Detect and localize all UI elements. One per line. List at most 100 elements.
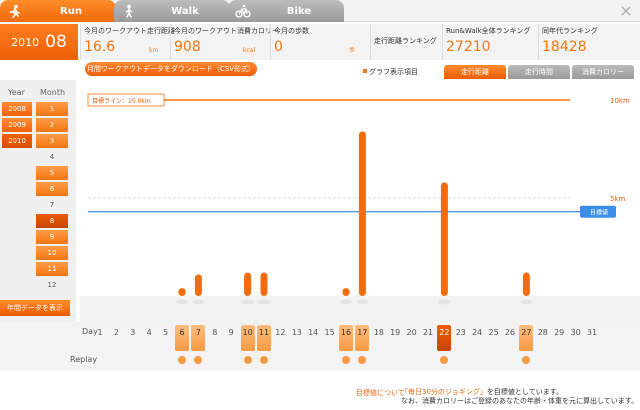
replay-row-label: Replay xyxy=(70,355,98,364)
target-info-line2: なお、消費カロリーはご登録のあなたの年齢・体重を元に算出しています。 xyxy=(401,397,639,405)
tab-bike[interactable]: Bike xyxy=(228,0,344,22)
current-date: 2010 08 xyxy=(0,24,78,60)
day-8: 8 xyxy=(212,328,218,337)
distance-chart: 目標ライン：15.0km 10km 5km目標値 xyxy=(80,93,640,322)
bar-day-22 xyxy=(440,182,448,296)
month-header: Month xyxy=(40,88,66,97)
month-4[interactable]: 4 xyxy=(36,150,68,164)
day-15: 15 xyxy=(324,328,335,337)
day-16[interactable]: 16 xyxy=(339,325,353,351)
bar-shadow-day-10 xyxy=(241,299,254,305)
day-21: 21 xyxy=(422,328,434,337)
month-10[interactable]: 10 xyxy=(36,246,68,260)
day-7[interactable]: 7 xyxy=(191,325,206,351)
bar-day-11 xyxy=(260,272,268,296)
year-2010[interactable]: 2010 xyxy=(2,134,32,148)
month-2[interactable]: 2 xyxy=(36,118,68,132)
month-5[interactable]: 5 xyxy=(36,166,68,180)
stat-calories-unit: kcal xyxy=(243,47,256,54)
month-9[interactable]: 9 xyxy=(36,230,68,244)
day-29: 29 xyxy=(554,328,565,337)
day-5: 5 xyxy=(163,328,169,337)
tick-label-5km: 5km xyxy=(610,195,626,203)
day-6[interactable]: 6 xyxy=(175,325,189,351)
replay-dot-6[interactable] xyxy=(178,356,186,364)
month-7[interactable]: 7 xyxy=(36,198,68,212)
day-1: 1 xyxy=(97,328,103,337)
bar-shadow-day-6 xyxy=(176,299,188,305)
day-17[interactable]: 17 xyxy=(355,325,370,351)
target-info-goal: 「毎日30分のジョギング」 xyxy=(401,388,487,396)
stat-steps-title: 今月の歩数 xyxy=(274,27,309,35)
bar-shadow-day-17 xyxy=(356,299,369,305)
replay-dot-11[interactable] xyxy=(260,356,268,364)
year-2009[interactable]: 2009 xyxy=(2,118,32,132)
stat-calories-title: 今月のワークアウト消費カロリー xyxy=(174,27,279,35)
replay-dot-16[interactable] xyxy=(342,356,350,364)
day-27[interactable]: 27 xyxy=(519,325,534,351)
bar-shadow-day-16 xyxy=(340,299,352,305)
tab-walk[interactable]: Walk xyxy=(114,0,230,22)
month-6[interactable]: 6 xyxy=(36,182,68,196)
day-11[interactable]: 11 xyxy=(257,325,271,351)
target-info-text: 「毎日30分のジョギング」を目標値としています。 なお、消費カロリーはご登録のあ… xyxy=(401,388,638,406)
bullet-icon xyxy=(363,69,367,73)
month-8[interactable]: 8 xyxy=(36,214,68,228)
current-year: 2010 xyxy=(11,35,40,49)
stat-steps: 今月の歩数 0 歩 xyxy=(270,24,366,60)
stat-rank-age: 同年代ランキング 18428 xyxy=(538,24,638,60)
day-9: 9 xyxy=(228,328,234,337)
month-12[interactable]: 12 xyxy=(36,278,68,292)
day-12: 12 xyxy=(275,328,286,337)
month-11[interactable]: 11 xyxy=(36,262,68,276)
day-19: 19 xyxy=(390,328,401,337)
day-18: 18 xyxy=(373,328,384,337)
day-24: 24 xyxy=(472,328,483,337)
day-25: 25 xyxy=(488,328,499,337)
stat-calories: 今月のワークアウト消費カロリー 908 kcal xyxy=(170,24,279,60)
year-2008[interactable]: 2008 xyxy=(2,102,32,116)
stat-distance-title: 今月のワークアウト走行距離 xyxy=(84,27,175,35)
replay-dot-10[interactable] xyxy=(243,356,252,364)
bar-day-27 xyxy=(522,272,530,296)
download-csv-button[interactable]: 月間ワークアウトデータをダウンロード（CSV形式） xyxy=(85,62,257,76)
stat-rank-runwalk: Run&Walk全体ランキング 27210 xyxy=(442,24,536,60)
walker-icon xyxy=(118,2,140,20)
tab-bike-label: Bike xyxy=(286,5,312,17)
tick-label-10km: 10km xyxy=(610,97,630,105)
stat-rank-runwalk-value: 27210 xyxy=(446,39,491,55)
bar-day-10 xyxy=(244,272,252,296)
day-22[interactable]: 22 xyxy=(437,325,452,351)
month-1[interactable]: 1 xyxy=(36,102,68,116)
bar-shadow-day-27 xyxy=(520,299,533,305)
day-26: 26 xyxy=(504,328,516,337)
month-3[interactable]: 3 xyxy=(36,134,68,148)
graph-tab-calories[interactable]: 消費カロリー xyxy=(572,65,634,79)
bar-day-17 xyxy=(358,131,366,296)
bar-day-7 xyxy=(194,274,202,296)
graph-tab-distance[interactable]: 走行距離 xyxy=(444,65,506,79)
stat-steps-unit: 歩 xyxy=(349,47,356,54)
day-31: 31 xyxy=(586,328,598,337)
bar-shadow-day-7 xyxy=(192,299,205,305)
annual-data-button[interactable]: 年間データを表示 xyxy=(0,300,70,316)
day-13: 13 xyxy=(291,328,302,337)
tab-run[interactable]: Run xyxy=(0,0,116,22)
graph-selector-label: グラフ表示項目 xyxy=(369,68,418,76)
day-10[interactable]: 10 xyxy=(240,325,255,351)
target-info-line1: を目標値としています。 xyxy=(486,388,564,396)
tab-run-label: Run xyxy=(60,5,82,17)
runner-icon xyxy=(4,2,26,20)
stat-distance-unit: km xyxy=(149,47,159,54)
close-icon[interactable]: × xyxy=(616,1,636,21)
target-info-link[interactable]: 目標値について xyxy=(356,388,405,398)
stat-distance: 今月のワークアウト走行距離 16.6 km xyxy=(80,24,175,60)
day-20: 20 xyxy=(406,328,417,337)
stat-rank-age-value: 18428 xyxy=(542,39,587,55)
year-header: Year xyxy=(8,88,25,97)
day-14: 14 xyxy=(308,328,319,337)
bicycle-icon xyxy=(232,2,254,20)
graph-tab-time[interactable]: 走行時間 xyxy=(508,65,570,79)
stat-rank-distance-title: 走行距離ランキング xyxy=(374,37,437,45)
day-28: 28 xyxy=(537,328,548,337)
